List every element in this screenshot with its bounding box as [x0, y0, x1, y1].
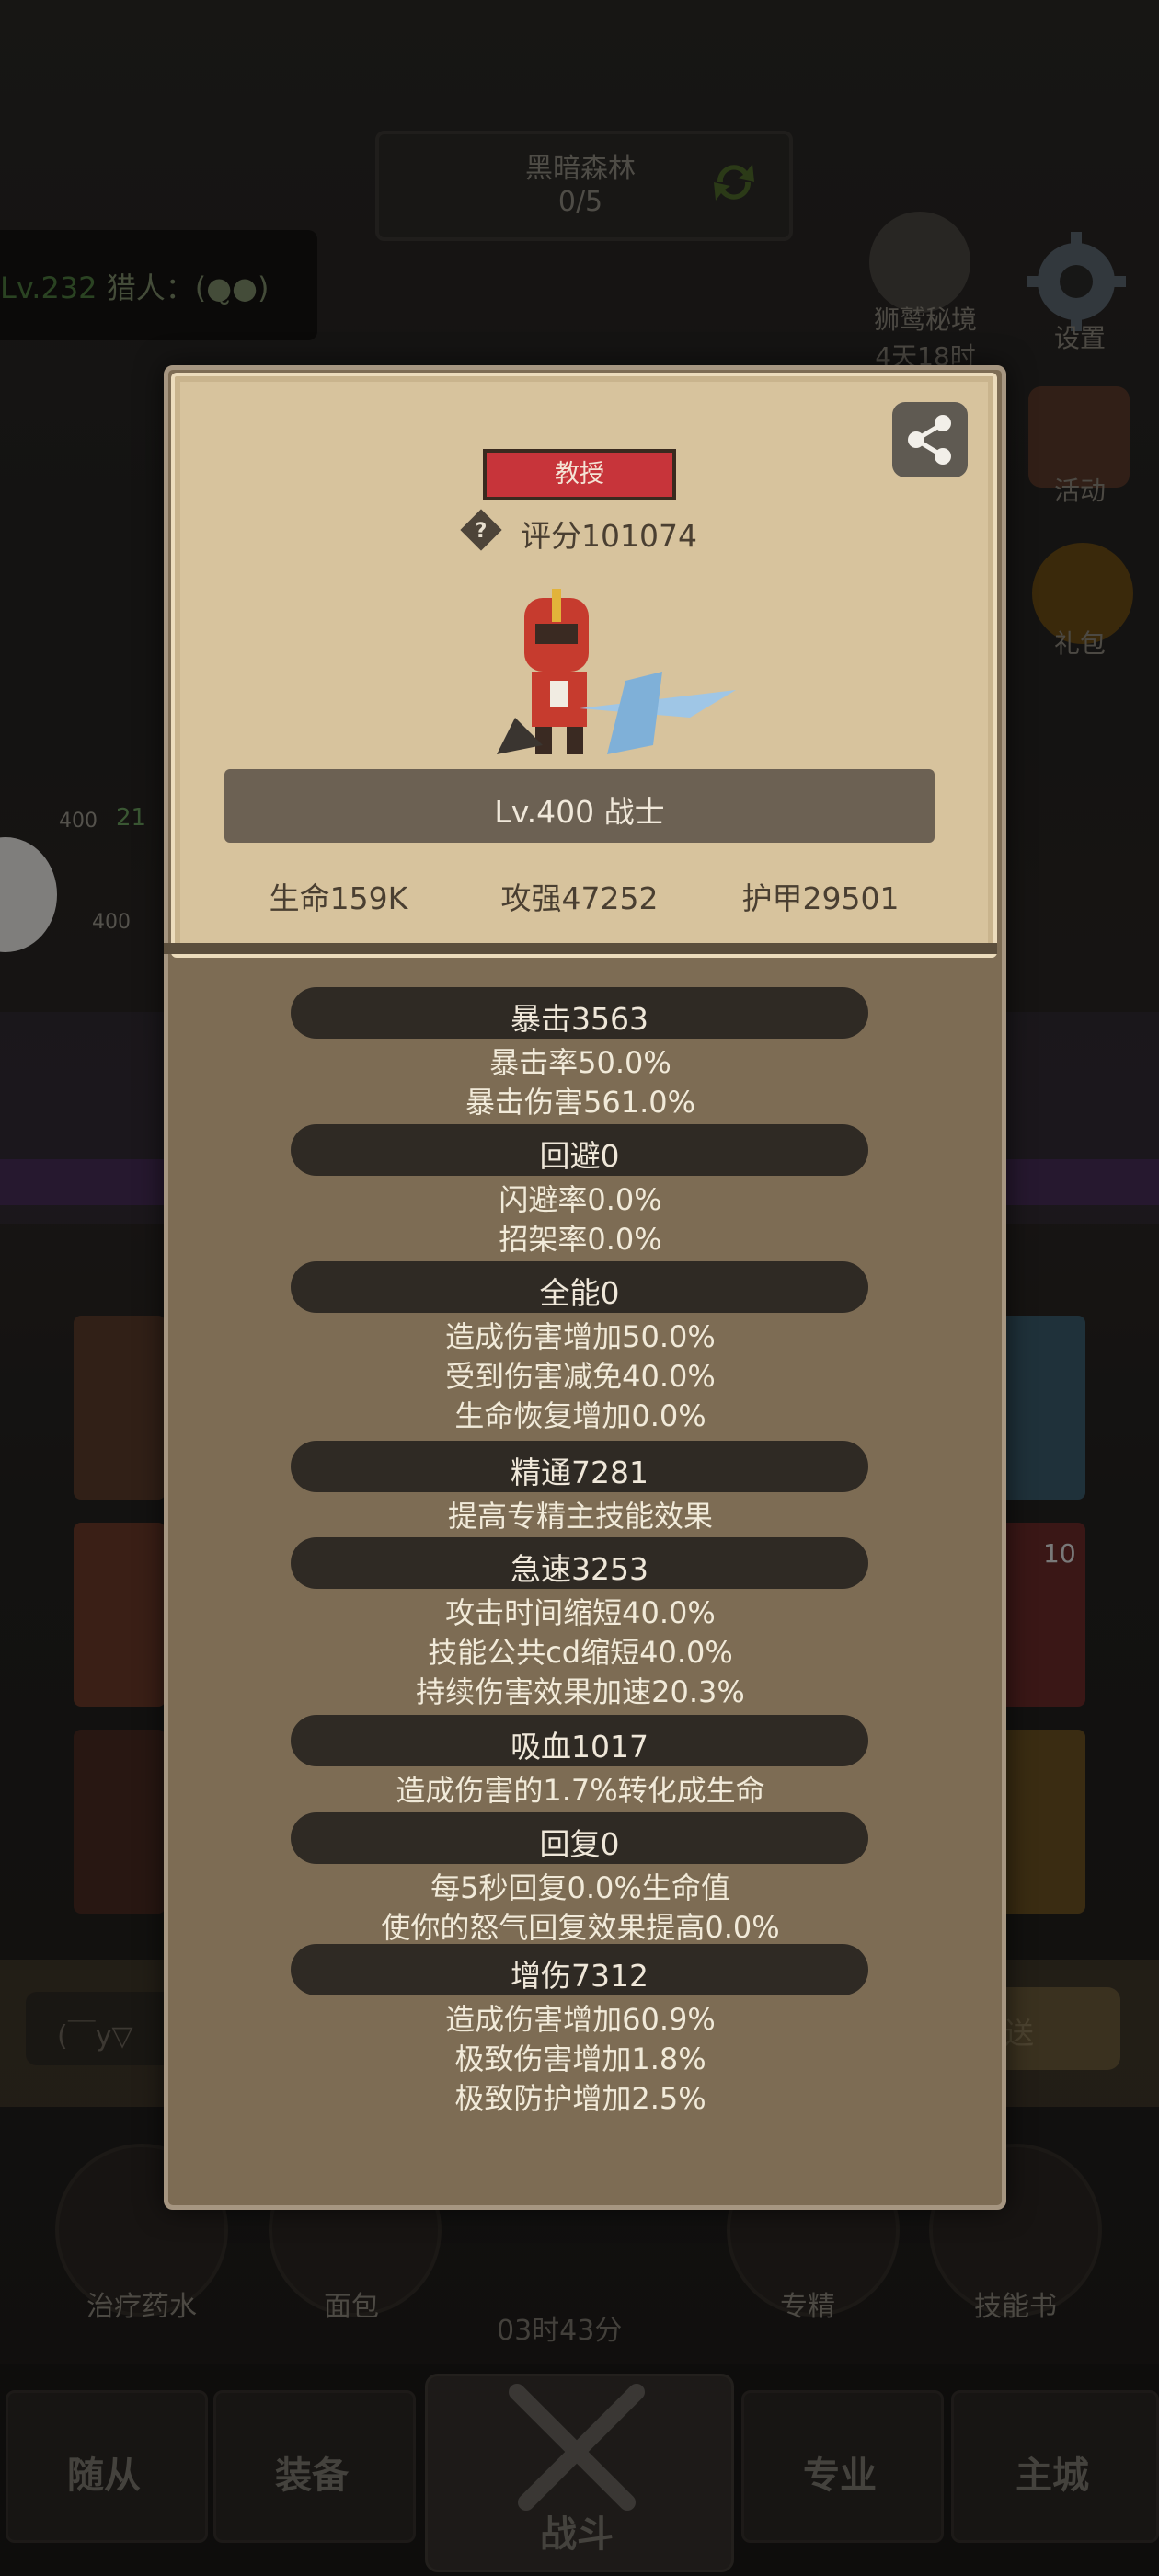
section-detail-line: 使你的怒气回复效果提高0.0%	[381, 1910, 780, 1945]
section-detail-line: 造成伤害增加50.0%	[445, 1319, 716, 1354]
section-detail-line: 造成伤害的1.7%转化成生命	[396, 1773, 765, 1808]
stat-hp: 生命159K	[269, 880, 408, 916]
section-detail-line: 每5秒回复0.0%生命值	[430, 1870, 730, 1905]
section-header-label: 回避0	[539, 1138, 620, 1174]
section-header-label: 增伤7312	[511, 1958, 648, 1994]
section-detail-line: 极致防护增加2.5%	[454, 2081, 706, 2116]
section-detail-line: 暴击率50.0%	[489, 1045, 671, 1080]
section-detail-line: 造成伤害增加60.9%	[445, 2002, 716, 2037]
section-detail-line: 生命恢复增加0.0%	[454, 1398, 706, 1433]
section-detail-line: 持续伤害效果加速20.3%	[416, 1674, 745, 1709]
level-class-label: Lv.400 战士	[494, 794, 665, 830]
section-header-label: 急速3253	[511, 1551, 648, 1587]
title-badge: 教授	[483, 449, 676, 500]
section-header-label: 精通7281	[511, 1455, 648, 1490]
card-divider	[164, 943, 997, 954]
score-label: 评分101074	[521, 518, 697, 554]
section-header-label: 回复0	[539, 1826, 620, 1862]
section-detail-line: 暴击伤害561.0%	[465, 1085, 696, 1120]
section-header-label: 吸血1017	[511, 1729, 648, 1765]
stat-armor: 护甲29501	[741, 880, 900, 916]
section-detail-line: 技能公共cd缩短40.0%	[428, 1635, 733, 1670]
share-button[interactable]	[892, 402, 968, 477]
help-icon[interactable]: ?	[459, 508, 503, 552]
stat-attack-power: 攻强47252	[500, 880, 659, 916]
section-header-label: 暴击3563	[511, 1001, 648, 1037]
section-detail-line: 攻击时间缩短40.0%	[445, 1595, 716, 1630]
warrior-portrait	[497, 589, 736, 754]
svg-text:?: ?	[476, 520, 488, 543]
share-icon	[908, 415, 951, 465]
section-detail-line: 提高专精主技能效果	[447, 1499, 713, 1534]
section-detail-line: 闪避率0.0%	[499, 1182, 662, 1217]
section-header-label: 全能0	[539, 1275, 620, 1311]
section-detail-line: 受到伤害减免40.0%	[445, 1359, 716, 1394]
section-detail-line: 极致伤害增加1.8%	[454, 2041, 706, 2076]
section-detail-line: 招架率0.0%	[499, 1222, 662, 1257]
